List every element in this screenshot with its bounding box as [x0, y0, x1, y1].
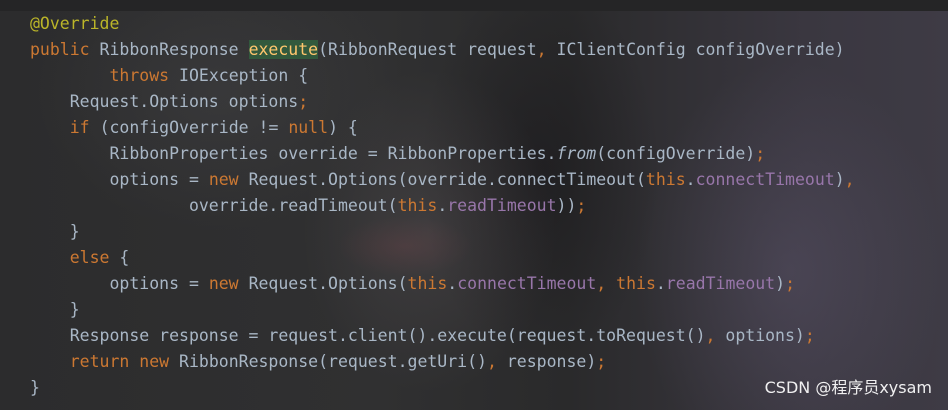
editor-top-bar: [0, 0, 948, 11]
code-token: RibbonProperties override = RibbonProper…: [30, 144, 557, 163]
code-token: ,: [705, 326, 726, 345]
code-token: override.readTimeout(: [30, 196, 398, 215]
code-token: ;: [596, 352, 607, 371]
code-line[interactable]: @Override: [30, 11, 855, 37]
code-token: )): [556, 196, 577, 215]
code-token: RibbonResponse: [99, 40, 249, 59]
code-line[interactable]: override.readTimeout(this.readTimeout));: [30, 193, 855, 219]
code-token: ;: [785, 274, 795, 293]
code-token: Request.Options options: [30, 92, 299, 111]
code-token: (configOverride !=: [99, 118, 289, 137]
code-token: else: [69, 248, 120, 267]
code-token: new: [208, 274, 249, 293]
code-token: options =: [30, 274, 209, 293]
code-token: this: [407, 274, 448, 293]
code-token: Response response = request.client().exe…: [30, 326, 706, 345]
code-token: ): [834, 170, 845, 189]
code-token: options): [725, 326, 805, 345]
code-token: connectTimeout: [695, 170, 835, 189]
code-token: ;: [298, 92, 309, 111]
code-line[interactable]: throws IOException {: [30, 63, 855, 89]
code-token: (RibbonRequest request: [318, 40, 537, 59]
code-token: .: [685, 170, 696, 189]
code-line[interactable]: Request.Options options;: [30, 89, 855, 115]
code-token: this: [616, 274, 656, 293]
code-line[interactable]: return new RibbonResponse(request.getUri…: [30, 349, 855, 375]
code-token: RibbonResponse(request.getUri(): [179, 352, 487, 371]
code-token: .: [437, 196, 448, 215]
code-line[interactable]: }: [30, 219, 855, 245]
code-token: }: [30, 300, 80, 319]
code-line[interactable]: options = new Request.Options(this.conne…: [30, 271, 855, 297]
code-token: Request.Options(: [248, 274, 408, 293]
code-token: if: [69, 118, 100, 137]
code-token: execute: [248, 40, 319, 59]
code-token: ,: [596, 274, 617, 293]
code-token: ;: [804, 326, 815, 345]
code-token: connectTimeout: [457, 274, 597, 293]
code-token: .: [447, 274, 458, 293]
code-token: readTimeout: [665, 274, 776, 293]
code-token: readTimeout: [447, 196, 557, 215]
code-token: ;: [755, 144, 766, 163]
code-token: public: [30, 40, 100, 59]
code-token: response): [506, 352, 597, 371]
code-token: ;: [576, 196, 587, 215]
code-token: .: [655, 274, 666, 293]
code-token: {: [119, 248, 130, 267]
code-token: ,: [486, 352, 507, 371]
code-token: }: [30, 222, 80, 241]
code-line[interactable]: public RibbonResponse execute(RibbonRequ…: [30, 37, 855, 63]
code-line[interactable]: Response response = request.client().exe…: [30, 323, 855, 349]
code-line[interactable]: }: [30, 297, 855, 323]
code-token: ) {: [328, 118, 358, 137]
code-token: ,: [536, 40, 557, 59]
code-line[interactable]: }: [30, 375, 855, 401]
code-token: this: [397, 196, 438, 215]
code-token: new: [208, 170, 249, 189]
code-token: this: [645, 170, 686, 189]
code-line[interactable]: RibbonProperties override = RibbonProper…: [30, 141, 855, 167]
code-editor[interactable]: @Override public RibbonResponse execute(R…: [30, 11, 855, 401]
code-token: }: [30, 378, 40, 397]
code-token: IClientConfig configOverride): [556, 40, 845, 59]
code-token: throws: [109, 66, 180, 85]
code-token: from: [556, 144, 597, 163]
code-token: Request.Options(override.connectTimeout(: [248, 170, 646, 189]
code-token: IOException {: [179, 66, 309, 85]
code-token: null: [288, 118, 329, 137]
code-token: ): [775, 274, 786, 293]
code-token: (configOverride): [596, 144, 756, 163]
code-token: ,: [844, 170, 855, 189]
csdn-watermark: CSDN @程序员xysam: [764, 378, 932, 397]
code-token: options =: [30, 170, 209, 189]
code-line[interactable]: if (configOverride != null) {: [30, 115, 855, 141]
code-line[interactable]: else {: [30, 245, 855, 271]
code-line[interactable]: options = new Request.Options(override.c…: [30, 167, 855, 193]
code-token: return new: [69, 352, 180, 371]
code-token: @Override: [30, 14, 120, 33]
